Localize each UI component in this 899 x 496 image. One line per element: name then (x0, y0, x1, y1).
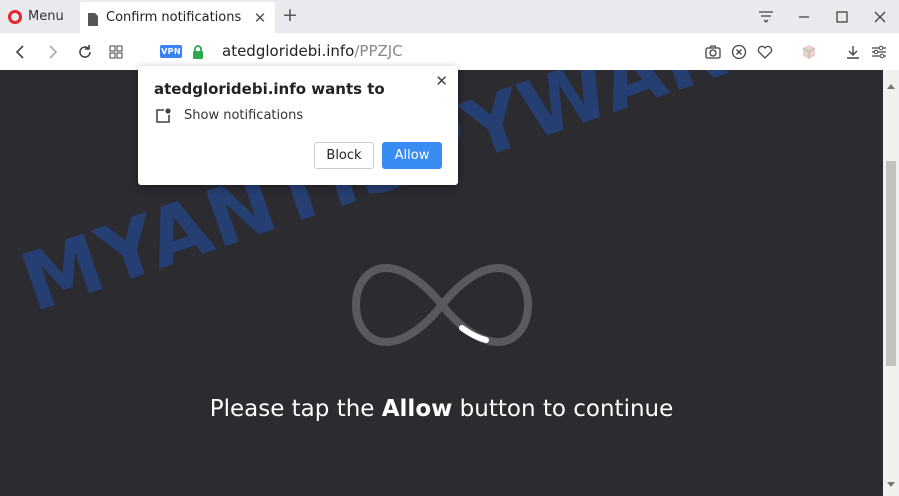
scrollbar-thumb[interactable] (886, 161, 896, 366)
url-field[interactable]: atedgloridebi.info/PPZJC (222, 42, 403, 60)
forward-icon[interactable] (40, 33, 66, 70)
reload-icon[interactable] (72, 33, 98, 70)
notification-icon (155, 108, 171, 124)
heart-icon[interactable] (757, 44, 773, 60)
instruction-text: Please tap the Allow button to continue (0, 396, 883, 422)
address-bar-actions (705, 33, 887, 70)
tab-title: Confirm notifications (106, 10, 242, 25)
close-window-icon[interactable] (861, 0, 899, 33)
scroll-up-icon[interactable] (887, 74, 895, 93)
speed-dial-grid-icon[interactable] (103, 33, 129, 70)
back-icon[interactable] (7, 33, 33, 70)
download-icon[interactable] (845, 44, 861, 60)
instruction-suffix: button to continue (452, 396, 674, 422)
window-controls (747, 0, 899, 33)
notification-permission-popup: atedgloridebi.info wants to ✕ Show notif… (138, 66, 458, 185)
camera-snapshot-icon[interactable] (705, 44, 721, 60)
tab-menu-icon[interactable] (747, 0, 785, 33)
easy-setup-icon[interactable] (871, 44, 887, 60)
instruction-bold: Allow (381, 396, 453, 422)
url-domain: atedgloridebi.info (222, 42, 355, 60)
opera-logo-icon (8, 9, 22, 24)
block-button[interactable]: Block (314, 142, 374, 169)
tab-bar: Menu Confirm notifications ✕ + (0, 0, 899, 33)
document-icon (88, 11, 98, 26)
infinity-loader-icon (351, 262, 533, 352)
divider (783, 44, 791, 60)
tab-confirm-notifications[interactable]: Confirm notifications ✕ (80, 2, 275, 33)
lock-icon[interactable] (192, 44, 204, 59)
new-tab-plus-icon[interactable]: + (282, 4, 298, 26)
instruction-prefix: Please tap the (209, 396, 382, 422)
allow-button[interactable]: Allow (382, 142, 442, 169)
tab-close-icon[interactable]: ✕ (251, 9, 269, 27)
permission-label: Show notifications (184, 108, 304, 123)
vpn-badge[interactable]: VPN (160, 45, 182, 58)
minimize-icon[interactable] (785, 0, 823, 33)
vertical-scrollbar[interactable] (883, 70, 899, 496)
maximize-icon[interactable] (823, 0, 861, 33)
ad-block-icon[interactable] (731, 44, 747, 60)
extension-cube-icon[interactable] (801, 44, 817, 60)
popup-close-icon[interactable]: ✕ (435, 72, 448, 90)
opera-menu-button[interactable]: Menu (8, 6, 64, 27)
scroll-down-icon[interactable] (887, 473, 895, 492)
url-path: /PPZJC (354, 42, 403, 60)
divider (827, 44, 835, 60)
menu-label: Menu (28, 9, 64, 24)
popup-title: atedgloridebi.info wants to (154, 80, 385, 98)
